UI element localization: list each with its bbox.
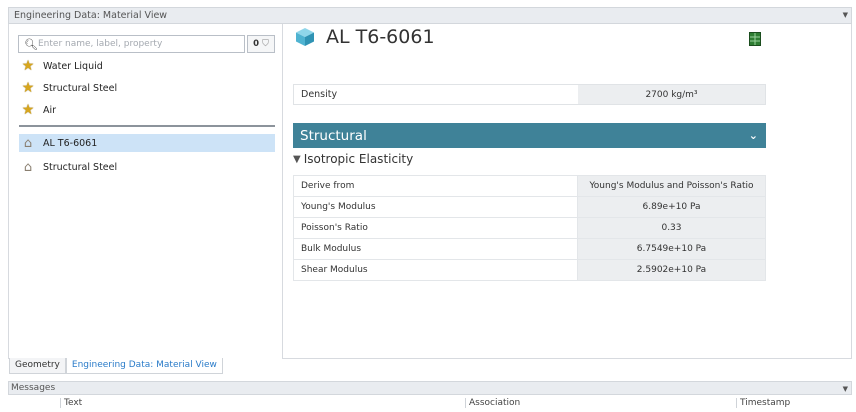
property-label: Young's Modulus [293, 196, 578, 218]
chevron-down-icon[interactable]: ▼ [293, 154, 301, 165]
material-label: Structural Steel [43, 82, 118, 94]
search-input[interactable] [38, 39, 228, 49]
star-icon: ★ [21, 58, 35, 74]
table-row[interactable]: Bulk Modulus 6.7549e+10 Pa [293, 238, 766, 260]
material-name: AL T6-6061 [326, 26, 435, 48]
column-header-timestamp[interactable]: Timestamp [736, 398, 790, 408]
table-row[interactable]: Derive from Young's Modulus and Poisson'… [293, 175, 766, 197]
property-value[interactable]: 2.5902e+10 Pa [577, 259, 766, 281]
filter-button[interactable]: 0 ⛉ [247, 35, 275, 53]
property-value[interactable]: Young's Modulus and Poisson's Ratio [577, 175, 766, 197]
chevron-down-icon[interactable]: ⌄ [749, 129, 758, 142]
favorite-item-air[interactable]: ★ Air [19, 101, 275, 119]
density-row[interactable]: Density 2700 kg/m³ [293, 84, 766, 105]
tab-engineering-data[interactable]: Engineering Data: Material View [65, 358, 223, 374]
property-value[interactable]: 0.33 [577, 217, 766, 239]
property-label: Poisson's Ratio [293, 217, 578, 239]
tag-icon: ⌂ [23, 159, 33, 175]
material-item-structural-steel[interactable]: ⌂ Structural Steel [19, 158, 275, 176]
material-item-al-t6-6061[interactable]: ⌂ AL T6-6061 [19, 134, 275, 152]
property-label: Bulk Modulus [293, 238, 578, 260]
property-value[interactable]: 6.7549e+10 Pa [577, 238, 766, 260]
material-properties-pane: AL T6-6061 Density 2700 kg/m³ Structural… [284, 24, 852, 359]
filter-count: 0 [253, 39, 260, 49]
messages-titlebar: Messages ▼ [8, 381, 852, 395]
table-row[interactable]: Shear Modulus 2.5902e+10 Pa [293, 259, 766, 281]
property-label: Derive from [293, 175, 578, 197]
density-label: Density [294, 85, 578, 104]
spreadsheet-icon[interactable] [749, 32, 761, 46]
material-label: Water Liquid [43, 60, 103, 72]
material-view-frame: 🔍︎ 0 ⛉ ★ Water Liquid ★ Structural Steel… [8, 24, 852, 374]
column-header-text[interactable]: Text [60, 398, 82, 408]
star-icon: ★ [21, 102, 35, 118]
material-label: Air [43, 104, 57, 116]
funnel-icon: ⛉ [262, 39, 269, 49]
property-table: Derive from Young's Modulus and Poisson'… [293, 175, 766, 281]
property-label: Shear Modulus [293, 259, 578, 281]
subsection-title: Isotropic Elasticity [303, 152, 414, 166]
list-divider [19, 125, 275, 127]
messages-title: Messages [11, 383, 56, 393]
star-icon: ★ [21, 80, 35, 96]
table-row[interactable]: Poisson's Ratio 0.33 [293, 217, 766, 239]
material-label: Structural Steel [43, 161, 118, 173]
bottom-tabs: Geometry Engineering Data: Material View [9, 358, 223, 374]
density-value[interactable]: 2700 kg/m³ [578, 85, 765, 104]
search-box[interactable]: 🔍︎ [18, 35, 245, 53]
material-list-pane: 🔍︎ 0 ⛉ ★ Water Liquid ★ Structural Steel… [9, 24, 283, 374]
panel-menu-icon[interactable]: ▼ [843, 11, 848, 19]
tab-geometry[interactable]: Geometry [9, 358, 66, 374]
panel-title: Engineering Data: Material View [14, 10, 168, 21]
tag-icon: ⌂ [23, 135, 33, 151]
search-icon: 🔍︎ [24, 37, 38, 51]
favorite-item-structural-steel[interactable]: ★ Structural Steel [19, 79, 275, 97]
material-header: AL T6-6061 [294, 26, 435, 48]
favorite-item-water-liquid[interactable]: ★ Water Liquid [19, 57, 275, 75]
messages-menu-icon[interactable]: ▼ [843, 383, 848, 395]
material-cube-icon [296, 28, 314, 46]
property-value[interactable]: 6.89e+10 Pa [577, 196, 766, 218]
material-label: AL T6-6061 [43, 137, 98, 149]
panel-titlebar: Engineering Data: Material View ▼ [8, 7, 852, 24]
messages-column-headers: Text Association Timestamp [8, 396, 852, 412]
column-header-association[interactable]: Association [465, 398, 520, 408]
section-header-structural[interactable]: Structural ⌄ [293, 123, 766, 148]
table-row[interactable]: Young's Modulus 6.89e+10 Pa [293, 196, 766, 218]
subsection-header-isotropic-elasticity[interactable]: ▼ Isotropic Elasticity [293, 152, 413, 166]
section-title: Structural [300, 127, 367, 144]
